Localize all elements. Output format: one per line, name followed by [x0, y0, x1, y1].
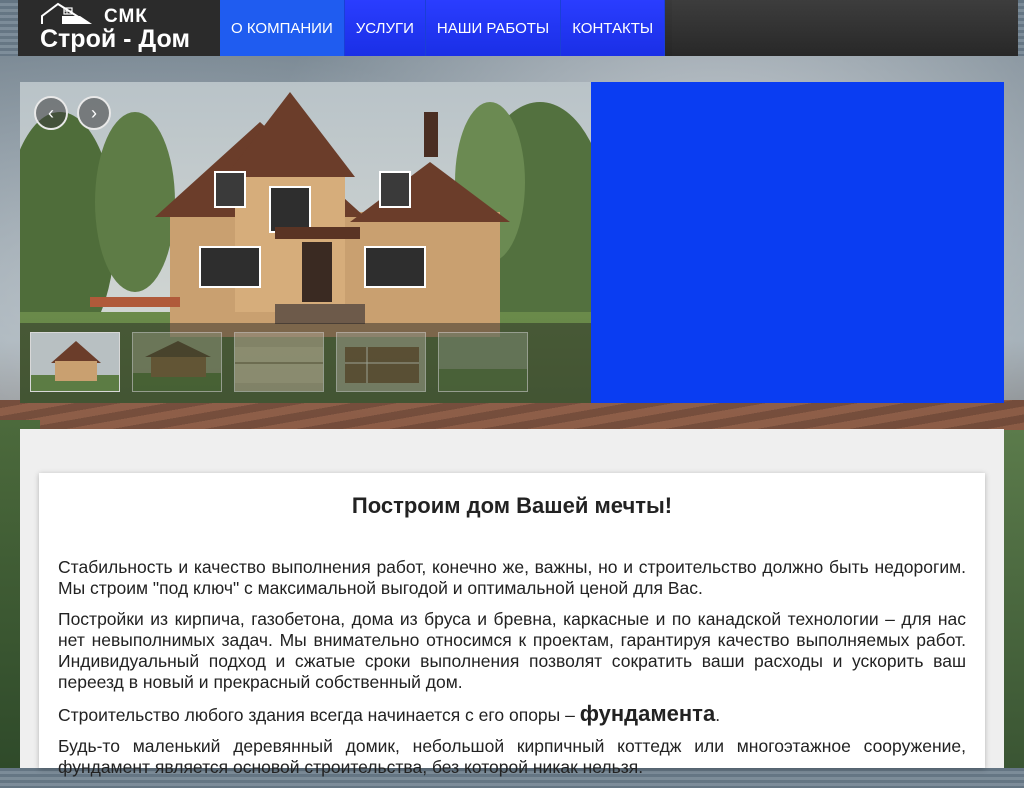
image-slider[interactable]: ‹ ›: [20, 82, 591, 403]
paragraph-text: Строительство любого здания всегда начин…: [58, 705, 580, 725]
page-title: Построим дом Вашей мечты!: [351, 493, 673, 518]
paragraph: Будь-то маленький деревянный домик, небо…: [58, 736, 966, 777]
thumbnail[interactable]: [234, 332, 324, 392]
nav-item-about[interactable]: О КОМПАНИИ: [220, 0, 345, 56]
thumbnail-image: [235, 333, 323, 391]
blue-banner-panel: [591, 82, 1004, 403]
thumbnail[interactable]: [336, 332, 426, 392]
thumbnail-image: [439, 333, 527, 391]
content-card: Построим дом Вашей мечты! Стабильность и…: [39, 473, 985, 777]
main-nav: О КОМПАНИИ УСЛУГИ НАШИ РАБОТЫ КОНТАКТЫ: [220, 0, 666, 56]
nav-item-services[interactable]: УСЛУГИ: [344, 0, 426, 56]
logo[interactable]: СМК Строй - Дом: [18, 0, 220, 56]
highlight-foundation: фундамента: [579, 701, 716, 726]
thumbnail[interactable]: [438, 332, 528, 392]
nav-item-works[interactable]: НАШИ РАБОТЫ: [425, 0, 562, 56]
paragraph-text: .: [715, 705, 721, 725]
paragraph: Постройки из кирпича, газобетона, дома и…: [58, 609, 966, 692]
paragraph: Строительство любого здания всегда начин…: [58, 703, 966, 726]
thumbnail-image: [337, 333, 425, 391]
paragraph: Стабильность и качество выполнения работ…: [58, 557, 966, 598]
header-filler: [672, 0, 1018, 56]
chevron-left-icon[interactable]: ‹: [34, 96, 68, 130]
nav-item-contacts[interactable]: КОНТАКТЫ: [561, 0, 666, 56]
house-logo-icon: [41, 2, 92, 24]
thumbnail-strip: [20, 323, 591, 403]
thumbnail[interactable]: [132, 332, 222, 392]
thumbnail-image: [133, 333, 221, 391]
thumbnail[interactable]: [30, 332, 120, 392]
site-header: СМК Строй - Дом О КОМПАНИИ УСЛУГИ НАШИ Р…: [18, 0, 1018, 56]
thumbnail-image: [31, 333, 119, 391]
chevron-right-icon[interactable]: ›: [77, 96, 111, 130]
logo-title: Строй - Дом: [40, 25, 190, 53]
content-body: Стабильность и качество выполнения работ…: [58, 557, 966, 788]
